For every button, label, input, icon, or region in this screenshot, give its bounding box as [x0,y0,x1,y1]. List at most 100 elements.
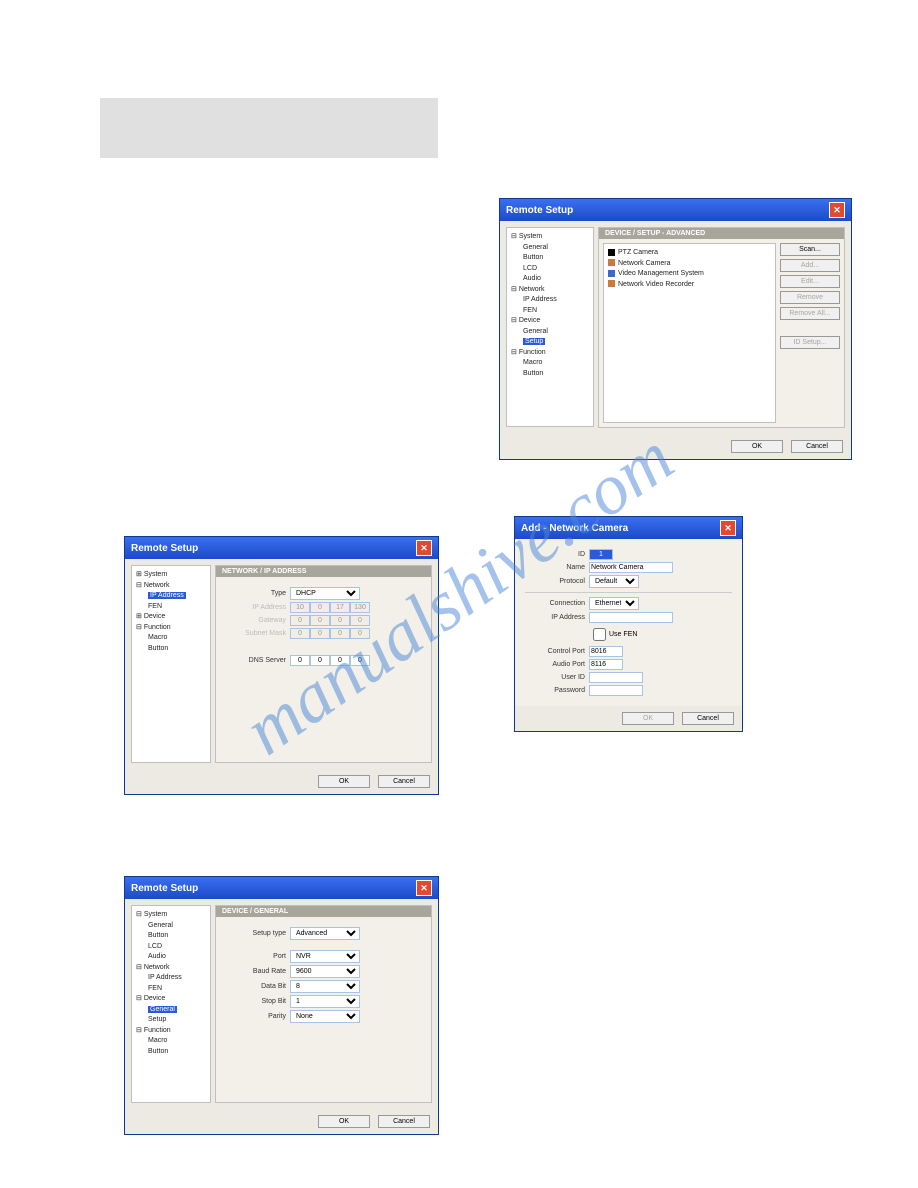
id-setup-button[interactable]: ID Setup... [780,336,840,349]
tree-item[interactable]: IP Address [523,295,589,306]
baud-select[interactable]: 9600 [290,965,360,978]
close-icon[interactable]: ✕ [829,202,845,218]
aport-input[interactable] [589,659,623,670]
gw-octet [310,615,330,626]
tree-item[interactable]: Setup [148,1015,206,1026]
tree-item[interactable]: Macro [523,358,589,369]
port-select[interactable]: NVR [290,950,360,963]
tree-node-device[interactable]: ⊟ Device [511,316,589,327]
id-label: ID [525,551,589,558]
tree-node-system[interactable]: ⊟ System [511,232,589,243]
ok-button[interactable]: OK [318,1115,370,1128]
tree-item[interactable]: Audio [523,274,589,285]
tree-item[interactable]: General [523,243,589,254]
tree-item[interactable]: Button [148,931,206,942]
cancel-button[interactable]: Cancel [791,440,843,453]
list-item[interactable]: Network Camera [608,259,771,270]
uid-input[interactable] [589,672,643,683]
dbit-select[interactable]: 8 [290,980,360,993]
dns-octet[interactable] [290,655,310,666]
remove-all-button[interactable]: Remove All... [780,307,840,320]
sbit-select[interactable]: 1 [290,995,360,1008]
tree-node-system[interactable]: ⊟ System [136,910,206,921]
tree-item-selected[interactable]: Setup [523,337,589,348]
type-select[interactable]: DHCP [290,587,360,600]
content-panel: NETWORK / IP ADDRESS TypeDHCP IP Address… [215,565,432,763]
list-item[interactable]: Video Management System [608,269,771,280]
dns-label: DNS Server [226,657,290,664]
add-button[interactable]: Add... [780,259,840,272]
name-label: Name [525,564,589,571]
cancel-button[interactable]: Cancel [682,712,734,725]
tree-item[interactable]: Macro [148,1036,206,1047]
content-panel: DEVICE / SETUP - ADVANCED PTZ Camera Net… [598,227,845,428]
parity-select[interactable]: None [290,1010,360,1023]
tree-item[interactable]: Button [523,369,589,380]
window-title: Remote Setup [506,205,573,216]
tree-node-function[interactable]: ⊟ Function [136,1026,206,1037]
ok-button[interactable]: OK [622,712,674,725]
tree-item[interactable]: LCD [148,942,206,953]
tree-node-device[interactable]: ⊟ Device [136,994,206,1005]
mask-octet [350,628,370,639]
port-label: Port [226,953,290,960]
connection-select[interactable]: Ethernet [589,597,639,610]
tree-node-function[interactable]: ⊟ Function [136,623,206,634]
tree-item[interactable]: Button [523,253,589,264]
nav-tree[interactable]: ⊞ System ⊟ Network IP Address FEN ⊞ Devi… [131,565,211,763]
dns-octet[interactable] [310,655,330,666]
sbit-label: Stop Bit [226,998,290,1005]
tree-item[interactable]: General [148,921,206,932]
tree-item[interactable]: LCD [523,264,589,275]
tree-item[interactable]: Button [148,644,206,655]
nav-tree[interactable]: ⊟ System General Button LCD Audio ⊟ Netw… [506,227,594,427]
remote-setup-device-advanced-window: Remote Setup ✕ ⊟ System General Button L… [499,198,852,460]
add-network-camera-dialog: Add - Network Camera ✕ ID Name ProtocolD… [514,516,743,732]
ok-button[interactable]: OK [731,440,783,453]
pwd-label: Password [525,687,589,694]
tree-item[interactable]: FEN [148,984,206,995]
tree-item[interactable]: Audio [148,952,206,963]
close-icon[interactable]: ✕ [416,540,432,556]
tree-node-network[interactable]: ⊟ Network [136,963,206,974]
stype-select[interactable]: Advanced [290,927,360,940]
gw-octet [330,615,350,626]
tree-node-network[interactable]: ⊟ Network [511,285,589,296]
edit-button[interactable]: Edit... [780,275,840,288]
tree-node-function[interactable]: ⊟ Function [511,348,589,359]
list-item[interactable]: PTZ Camera [608,248,771,259]
tree-item[interactable]: FEN [523,306,589,317]
scan-button[interactable]: Scan... [780,243,840,256]
id-input[interactable] [589,549,613,560]
ok-button[interactable]: OK [318,775,370,788]
protocol-select[interactable]: Default [589,575,639,588]
tree-item-selected[interactable]: IP Address [148,591,206,602]
list-item[interactable]: Network Video Recorder [608,280,771,291]
titlebar: Add - Network Camera ✕ [515,517,742,539]
tree-item[interactable]: Macro [148,633,206,644]
tree-item[interactable]: IP Address [148,973,206,984]
cport-input[interactable] [589,646,623,657]
remove-button[interactable]: Remove [780,291,840,304]
use-fen-checkbox[interactable] [593,628,606,641]
tree-item-selected[interactable]: General [148,1005,206,1016]
tree-item[interactable]: General [523,327,589,338]
cancel-button[interactable]: Cancel [378,775,430,788]
dns-octet[interactable] [330,655,350,666]
device-type-list[interactable]: PTZ Camera Network Camera Video Manageme… [603,243,776,423]
name-input[interactable] [589,562,673,573]
close-icon[interactable]: ✕ [720,520,736,536]
nav-tree[interactable]: ⊟ System General Button LCD Audio ⊟ Netw… [131,905,211,1103]
pwd-input[interactable] [589,685,643,696]
tree-node-network[interactable]: ⊟ Network [136,581,206,592]
action-buttons: Scan... Add... Edit... Remove Remove All… [780,243,840,423]
tree-item[interactable]: Button [148,1047,206,1058]
tree-node-system[interactable]: ⊞ System [136,570,206,581]
cancel-button[interactable]: Cancel [378,1115,430,1128]
tree-item[interactable]: FEN [148,602,206,613]
tree-node-device[interactable]: ⊞ Device [136,612,206,623]
ip-input[interactable] [589,612,673,623]
close-icon[interactable]: ✕ [416,880,432,896]
uid-label: User ID [525,674,589,681]
dns-octet[interactable] [350,655,370,666]
